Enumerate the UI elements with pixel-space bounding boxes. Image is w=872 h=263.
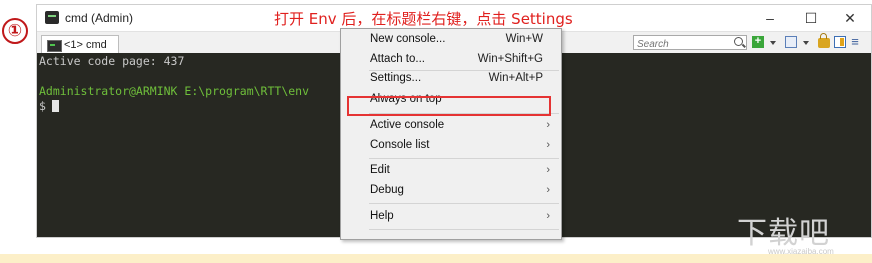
menu-item-label: Always on top [370,93,442,105]
menu-item-shortcut: Win+Alt+P [488,72,543,84]
submenu-arrow-icon: › [546,164,550,176]
menu-item-attach-to[interactable]: Attach to... Win+Shift+G [341,49,561,69]
new-console-plus-icon[interactable]: + [752,36,764,48]
menu-separator [369,113,559,114]
submenu-arrow-icon: › [546,210,550,222]
menu-item-label: Settings... [370,72,422,84]
submenu-arrow-icon: › [546,139,550,151]
maximize-button[interactable]: ☐ [798,8,824,28]
bottom-band [0,254,872,263]
step-number-badge: ① [2,18,28,44]
menu-item-label: Active console [370,119,445,131]
minimize-button[interactable]: – [757,8,783,28]
submenu-arrow-icon: › [546,119,550,131]
lock-icon[interactable] [818,33,830,48]
terminal-icon [45,11,59,24]
submenu-arrow-icon: › [546,184,550,196]
watermark-logo: 下载吧 [737,216,830,251]
console-tab-icon [47,40,62,52]
context-menu: New console... Win+W Attach to... Win+Sh… [340,28,562,240]
console-tab[interactable]: <1> cmd [41,35,119,54]
panel-icon[interactable] [834,36,846,48]
menu-item-always-on-top[interactable]: Always on top [341,89,561,109]
menu-item-help[interactable]: Help › [341,206,561,226]
menu-item-new-console[interactable]: New console... Win+W [341,29,561,49]
menu-item-label: Attach to... [370,53,425,65]
window-title: cmd (Admin) [65,11,134,25]
menu-item-console-list[interactable]: Console list › [341,135,561,155]
text-cursor [51,100,59,112]
menu-separator [369,158,559,159]
menu-item-label: New console... [370,33,446,45]
menu-item-label: Debug [370,184,404,196]
menu-item-edit[interactable]: Edit › [341,160,561,180]
view-dropdown-icon[interactable] [803,41,809,45]
window-view-icon[interactable] [785,36,797,48]
console-prompt-symbol: $ [39,99,46,113]
menu-item-settings[interactable]: Settings... Win+Alt+P [341,68,561,88]
instruction-caption: 打开 Env 后，在标题栏右键，点击 Settings [274,10,573,28]
console-tab-label: <1> cmd [64,39,107,51]
menu-item-debug[interactable]: Debug › [341,180,561,200]
menu-separator [369,229,559,230]
search-input[interactable] [634,38,730,51]
close-button[interactable]: ✕ [837,8,863,28]
hamburger-menu-icon[interactable]: ≡ [849,35,861,48]
search-icon[interactable] [734,37,743,46]
menu-item-label: Help [370,210,394,222]
menu-item-active-console[interactable]: Active console › [341,115,561,135]
menu-separator [369,203,559,204]
menu-item-shortcut: Win+W [505,33,543,45]
new-console-dropdown-icon[interactable] [770,41,776,45]
menu-item-shortcut: Win+Shift+G [477,53,543,65]
menu-item-label: Edit [370,164,390,176]
menu-item-label: Console list [370,139,430,151]
search-box[interactable] [633,35,747,51]
